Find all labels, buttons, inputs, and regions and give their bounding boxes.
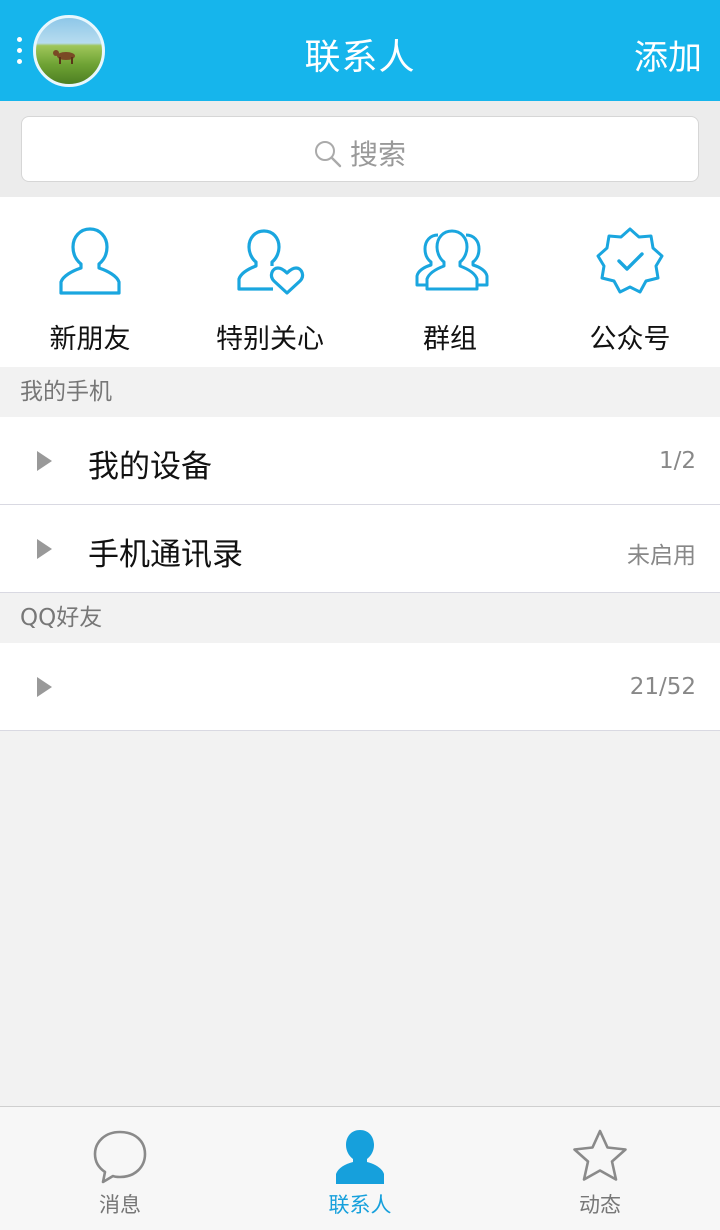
contacts-person-icon [336,1130,384,1184]
expand-arrow-icon [37,539,52,559]
search-input[interactable]: 搜索 [21,116,699,182]
quick-entry-label: 新朋友 [49,324,131,355]
quick-entry-label: 特别关心 [216,324,324,355]
tab-label: 消息 [99,1193,141,1217]
star-icon [573,1129,627,1181]
tab-label: 动态 [579,1193,621,1217]
list-item-phone-contacts[interactable]: 手机通讯录 未启用 [0,505,720,593]
chat-bubble-icon [93,1130,147,1184]
expand-arrow-icon [37,451,52,471]
top-bar: 联系人 添加 [0,0,720,101]
list-item-label: 手机通讯录 [88,537,243,573]
list-item-count: 21/52 [629,674,696,700]
quick-entry-label: 公众号 [589,324,671,355]
tab-label: 联系人 [328,1193,392,1217]
list-item-my-devices[interactable]: 我的设备 1/2 [0,417,720,505]
person-heart-icon [237,229,305,295]
section-header-qq-friends: QQ好友 [0,593,720,643]
quick-entry-public-accounts[interactable]: 公众号 [540,197,720,367]
quick-entries: 新朋友 特别关心 群组 公众号 [0,197,720,367]
quick-entry-special-care[interactable]: 特别关心 [180,197,360,367]
section-header-my-phone: 我的手机 [0,367,720,417]
tab-contacts[interactable]: 联系人 [240,1107,480,1230]
search-placeholder: 搜索 [349,138,406,171]
group-icon [415,229,489,291]
page-title: 联系人 [304,37,416,78]
person-icon [59,227,121,295]
quick-entry-groups[interactable]: 群组 [360,197,540,367]
tab-messages[interactable]: 消息 [0,1107,240,1230]
expand-arrow-icon [37,677,52,697]
verified-badge-icon [596,227,664,294]
quick-entry-new-friends[interactable]: 新朋友 [0,197,180,367]
bottom-tab-bar: 消息 联系人 动态 [0,1106,720,1230]
search-icon [314,141,342,168]
add-button[interactable]: 添加 [634,30,702,79]
quick-entry-label: 群组 [423,324,477,355]
list-item-friend-group[interactable]: 21/52 [0,643,720,731]
tab-feeds[interactable]: 动态 [480,1107,720,1230]
list-item-count: 未启用 [627,543,696,569]
list-item-count: 1/2 [658,448,696,474]
list-item-label: 我的设备 [88,449,212,485]
search-area: 搜索 [0,101,720,197]
